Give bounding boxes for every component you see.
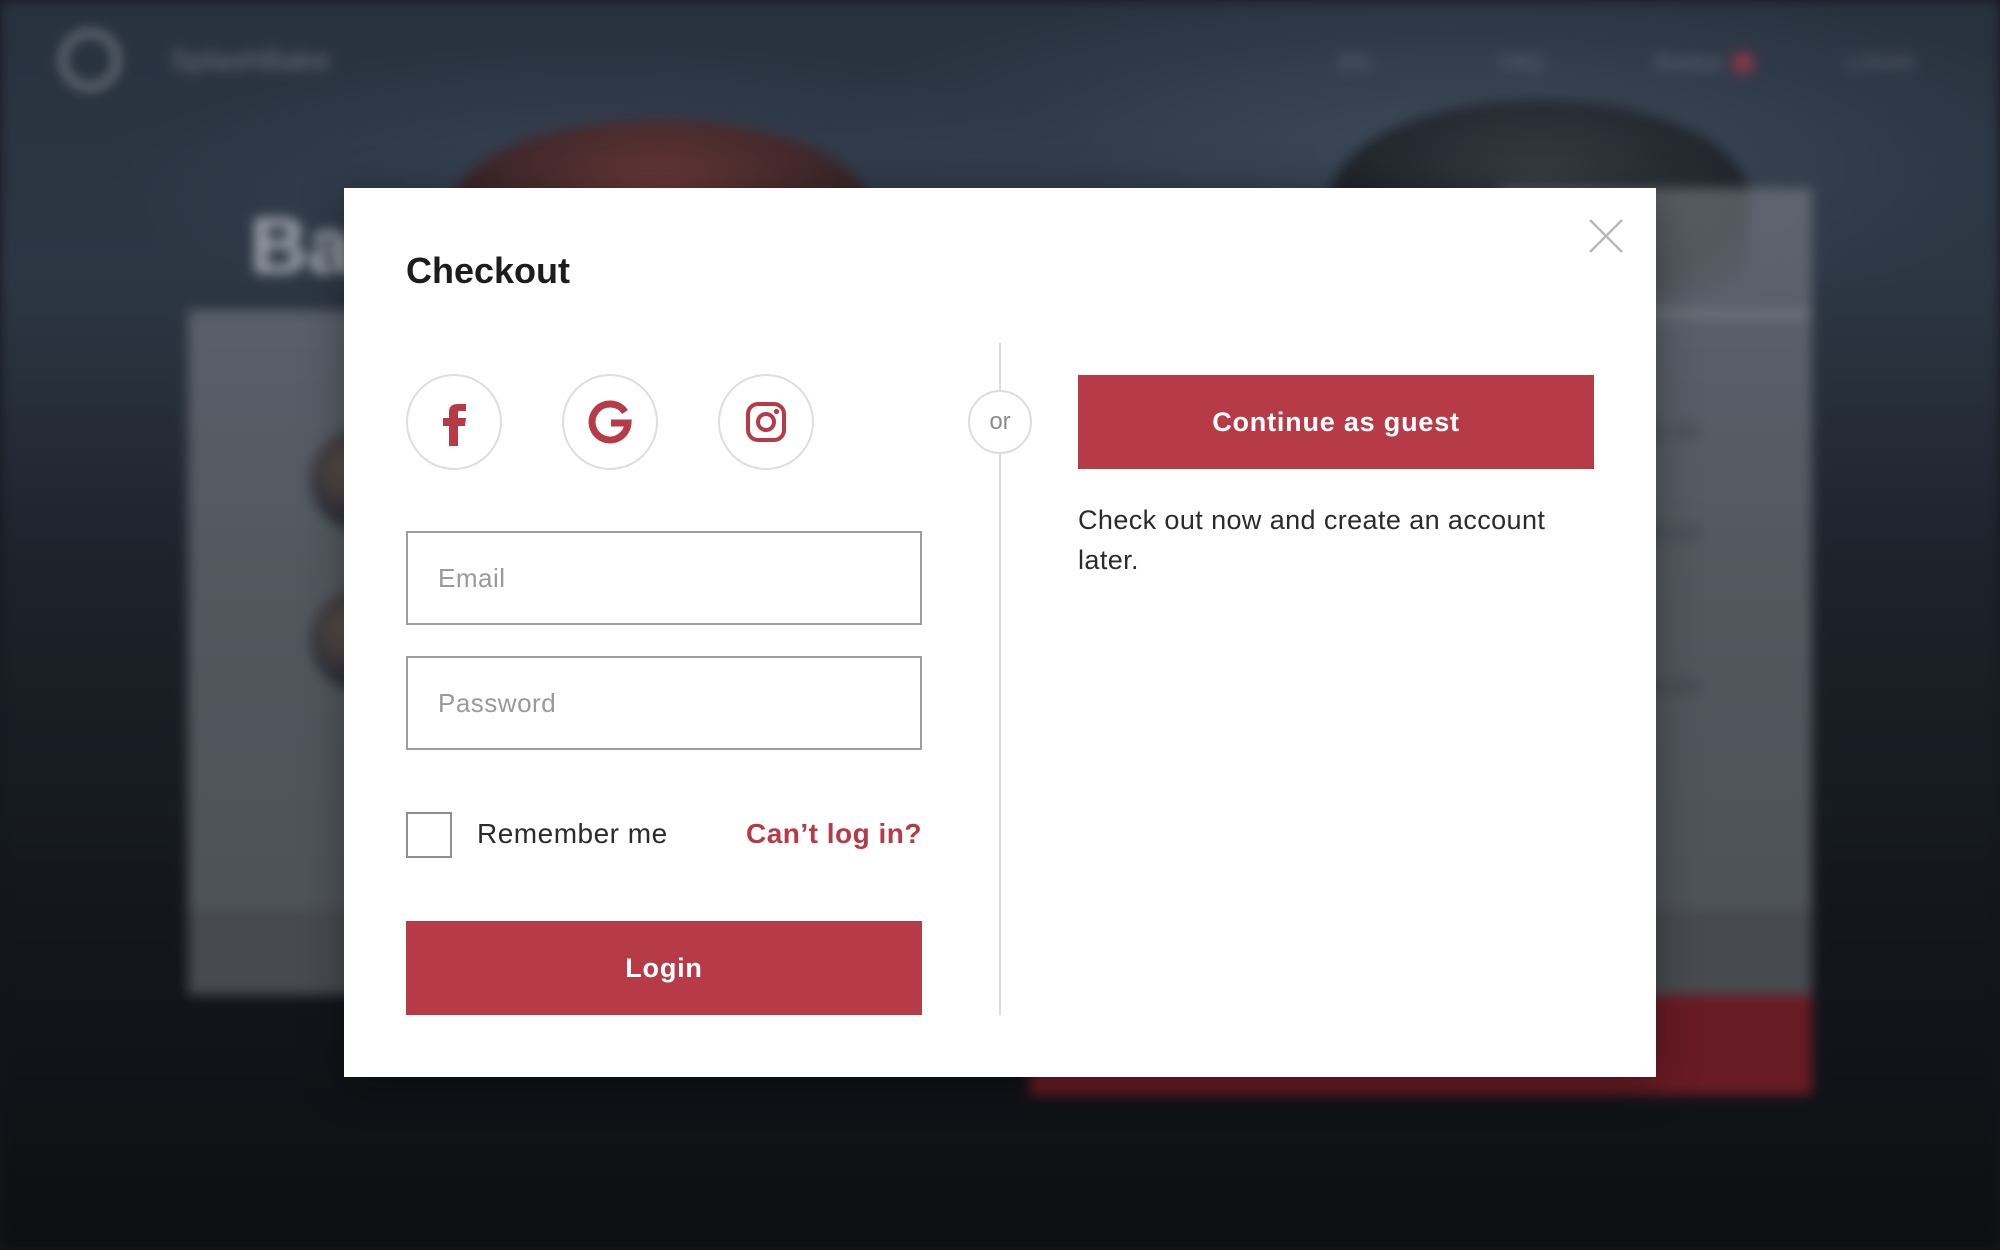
facebook-login-button[interactable] [406,374,502,470]
login-button[interactable]: Login [406,921,922,1015]
continue-as-guest-button[interactable]: Continue as guest [1078,375,1594,469]
guest-description: Check out now and create an account late… [1078,505,1546,575]
google-login-button[interactable] [562,374,658,470]
password-field[interactable] [406,656,922,750]
modal-title: Checkout [406,250,571,291]
or-separator: or [968,390,1032,454]
cant-login-link[interactable]: Can’t log in? [746,818,922,850]
close-button[interactable] [1586,216,1626,256]
remember-me-label[interactable]: Remember me [477,818,668,850]
instagram-login-button[interactable] [718,374,814,470]
close-icon [1589,219,1623,253]
checkout-modal: Checkout Remember me Can’t log in? Login… [344,188,1656,1077]
remember-me-checkbox[interactable] [406,812,452,858]
facebook-icon [443,404,466,446]
google-icon [588,400,632,444]
instagram-icon [746,402,786,442]
email-field[interactable] [406,531,922,625]
